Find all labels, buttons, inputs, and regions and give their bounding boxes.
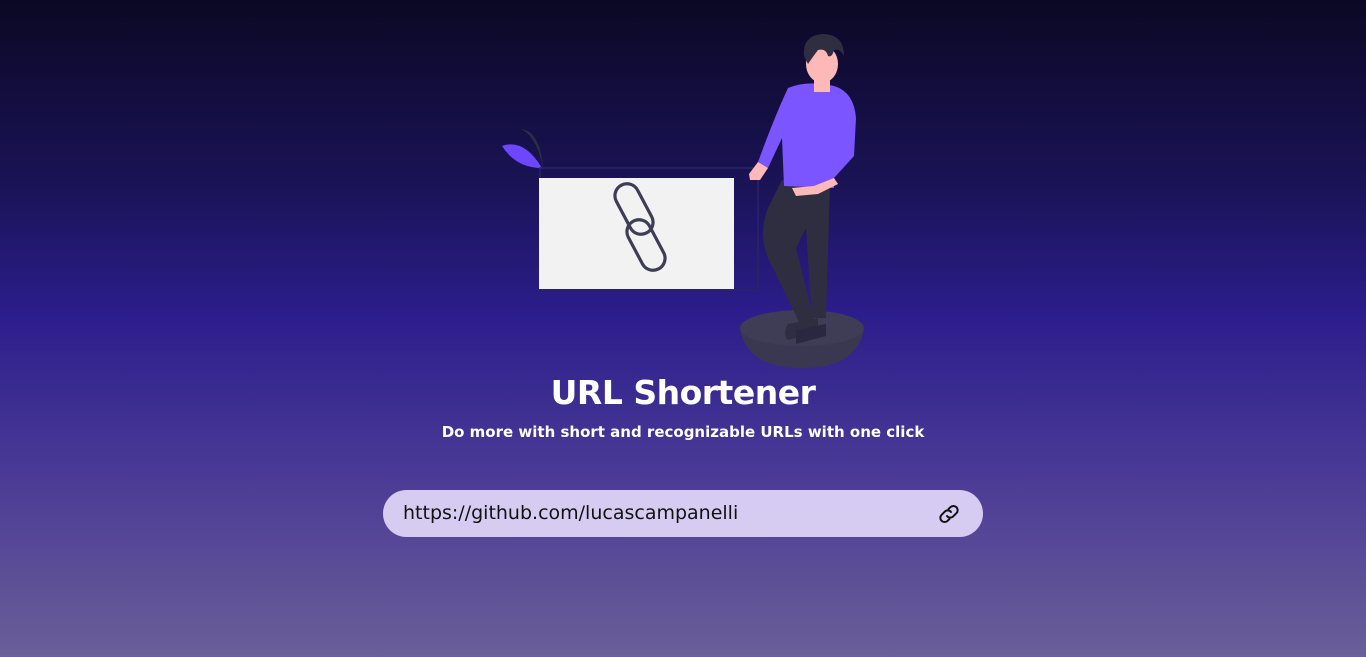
link-icon xyxy=(939,504,959,524)
page-title: URL Shortener xyxy=(550,373,816,412)
url-input[interactable] xyxy=(403,490,923,537)
person-torso xyxy=(758,83,856,188)
person-head xyxy=(803,34,844,92)
hero-section: URL Shortener Do more with short and rec… xyxy=(0,0,1366,657)
hero-illustration xyxy=(502,34,864,368)
leaf-decoration xyxy=(502,128,543,168)
shorten-url-form xyxy=(383,490,983,537)
shorten-button[interactable] xyxy=(933,498,965,530)
page-subtitle: Do more with short and recognizable URLs… xyxy=(441,423,925,441)
